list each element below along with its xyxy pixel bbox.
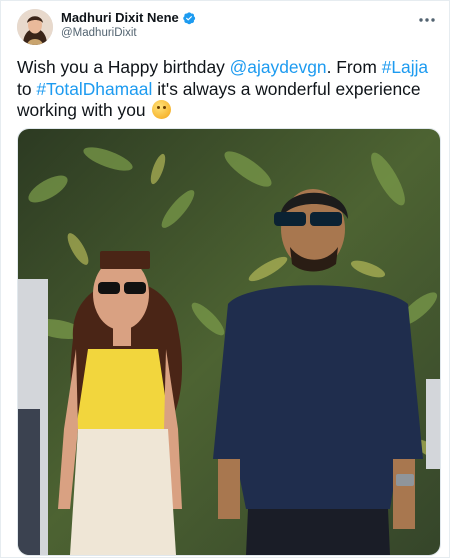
hashtag-link-totaldhamaal[interactable]: #TotalDhamaal — [36, 79, 152, 99]
display-name[interactable]: Madhuri Dixit Nene — [61, 10, 179, 25]
tweet-text: Wish you a Happy birthday @ajaydevgn. Fr… — [17, 57, 443, 122]
more-options-icon[interactable] — [417, 11, 437, 29]
avatar[interactable] — [17, 9, 53, 45]
verified-badge-icon — [182, 11, 195, 24]
hugging-face-emoji-icon — [152, 100, 172, 119]
tweet-card: Madhuri Dixit Nene @MadhuriDixit Wish yo… — [0, 0, 450, 558]
tweet-text-mid2: to — [17, 78, 37, 99]
author-names: Madhuri Dixit Nene @MadhuriDixit — [61, 10, 196, 39]
tweet-text-mid1: . From — [326, 57, 382, 77]
tweet-text-intro: Wish you a Happy birthday — [17, 57, 230, 77]
tweet-header: Madhuri Dixit Nene @MadhuriDixit — [17, 9, 437, 45]
hashtag-link-lajja[interactable]: #Lajja — [382, 57, 428, 77]
tweet-photo[interactable] — [17, 128, 441, 556]
author-handle[interactable]: @MadhuriDixit — [61, 27, 196, 39]
mention-link[interactable]: @ajaydevgn — [230, 57, 327, 77]
photo-image — [18, 129, 440, 555]
